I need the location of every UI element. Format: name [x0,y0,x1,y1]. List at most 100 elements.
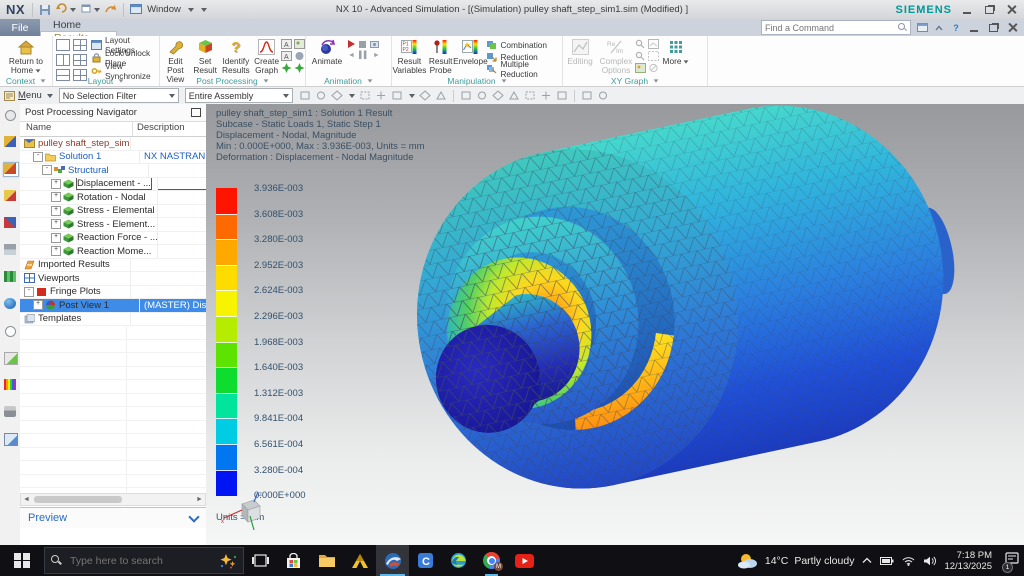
column-header-description[interactable]: Description [133,122,185,136]
undo-button[interactable] [56,3,77,16]
tray-expand-icon[interactable] [862,557,872,564]
select-dropdown-caret[interactable] [408,93,415,98]
post-processing-navigator-icon[interactable] [3,162,19,177]
orientation-triad-icon[interactable]: x z [220,490,272,532]
tree-row-reaction-force[interactable]: + Reaction Force - ... [20,231,206,245]
tree-row-fringe-plots[interactable]: - Fringe Plots [20,285,206,299]
layout-six-icon[interactable] [73,54,87,66]
group-label-animation[interactable]: Animation [306,75,391,86]
touch-icon[interactable] [105,4,117,16]
result-probe-button[interactable]: Result Probe [427,36,455,75]
more-button[interactable]: More [659,36,693,66]
expand-icon[interactable]: + [51,178,61,189]
restore-button[interactable] [982,4,996,16]
create-graph-button[interactable]: Create Graph [252,36,281,75]
first-frame-icon[interactable]: ◄ [348,52,355,59]
youtube-icon[interactable] [508,545,541,576]
a-app-icon[interactable] [343,545,376,576]
roles-icon[interactable] [3,405,19,420]
scrollbar-thumb[interactable] [34,496,122,503]
search-highlights-icon[interactable] [219,553,237,569]
c-app-icon[interactable]: C [409,545,442,576]
shaded-icon[interactable] [435,90,447,101]
window-menu[interactable]: Window [123,2,213,17]
scroll-right-icon[interactable]: ► [194,495,205,504]
constraint-navigator-icon[interactable] [3,189,19,204]
pause-icon[interactable]: ▌▌ [359,52,369,59]
weather-widget[interactable]: 14°C Partly cloudy [737,552,854,570]
tab-file[interactable]: File [0,19,40,36]
tree-row-post-view-1[interactable]: + Post View 1 (MASTER) Displacer [20,299,206,313]
rectangle-select-icon[interactable] [391,90,403,101]
scroll-left-icon[interactable]: ◄ [21,495,32,504]
expand-icon[interactable]: + [33,300,43,311]
navigator-hscrollbar[interactable]: ◄ ► [20,493,206,506]
orient-view-icon[interactable] [540,90,552,101]
battery-icon[interactable] [880,556,894,565]
tab-home[interactable]: Home [40,19,117,31]
tree-row-rotation-nodal[interactable]: + Rotation - Nodal [20,191,206,205]
simulation-navigator-icon[interactable] [3,216,19,231]
tree-row-pulley-shaft-step-sim1[interactable]: pulley shaft_step_sim1 [20,137,206,151]
start-button[interactable] [0,545,44,576]
snap-midpoint-icon[interactable] [331,90,343,101]
complex-options-button[interactable]: Re Im Complex Options [597,36,635,75]
minimize-ribbon-icon[interactable] [933,22,945,33]
result-variables-button[interactable]: P1 P2 Result Variables [392,36,427,75]
wifi-icon[interactable] [902,556,915,566]
minimize-button[interactable] [960,4,974,16]
nx-taskbar-icon[interactable] [376,545,409,576]
editing-button[interactable]: Editing [563,36,597,66]
file-explorer-icon[interactable] [310,545,343,576]
layout-single-icon[interactable] [56,39,70,51]
process-studio-icon[interactable] [3,351,19,366]
appearance-icon[interactable] [597,90,609,101]
part-library-icon[interactable] [3,270,19,285]
task-view-icon[interactable] [244,545,277,576]
group-label-layout[interactable]: Layout [53,75,159,86]
tree-row-structural[interactable]: - Structural [20,164,206,178]
window-list-icon[interactable] [916,22,928,33]
layout-two-vertical-icon[interactable] [56,54,70,66]
graphics-viewport[interactable]: pulley shaft_step_sim1 : Solution 1 Resu… [206,104,1024,545]
highlight-icon[interactable] [419,90,431,101]
group-label-xy-graph[interactable]: XY Graph [563,75,707,86]
clock-widget[interactable]: 7:18 PM 12/13/2025 [944,550,992,572]
menu-button[interactable]: Menu [4,90,53,101]
tree-row-reaction-mome[interactable]: + Reaction Mome... [20,245,206,259]
collapse-icon[interactable]: - [42,165,52,176]
preview-section-header[interactable]: Preview [20,507,206,528]
expand-icon[interactable]: + [51,205,61,216]
refresh-icon[interactable] [492,90,504,101]
snap-endpoint-icon[interactable] [315,90,327,101]
notification-center-icon[interactable]: 1 [1002,551,1020,573]
edge-icon[interactable] [442,545,475,576]
redo-button[interactable] [81,3,101,16]
identify-results-button[interactable]: ? Identify Results [220,36,253,75]
store-icon[interactable] [277,545,310,576]
xy-function-navigator-icon[interactable] [3,243,19,258]
tree-row-templates[interactable]: Templates [20,312,206,326]
doc-restore-button[interactable] [986,22,1000,34]
snap-dropdown-caret[interactable] [348,93,355,98]
capture-icon[interactable] [370,40,379,48]
speaker-icon[interactable] [923,556,937,566]
snap-point-icon[interactable] [299,90,311,101]
panel-pin-icon[interactable] [191,108,201,117]
selection-filter-dropdown[interactable]: No Selection Filter [58,88,179,103]
tree-row-solution-1[interactable]: - Solution 1 NX NASTRAN, Struc [20,150,206,164]
help-icon[interactable]: ? [950,22,962,33]
taskbar-search-box[interactable] [44,547,244,574]
snap-intersection-icon[interactable] [359,90,371,101]
multiple-reduction-button[interactable]: Multiple Reduction [486,59,562,79]
find-command-input[interactable] [762,22,898,33]
expand-icon[interactable]: + [51,232,61,243]
selection-scope-dropdown[interactable]: Entire Assembly [184,88,293,103]
stop-icon[interactable] [359,40,366,48]
play-icon[interactable] [348,40,355,48]
group-label-post-processing[interactable]: Post Processing [160,75,305,86]
doc-minimize-button[interactable] [967,22,981,34]
zoom-icon[interactable] [524,90,536,101]
expand-icon[interactable]: + [51,246,61,257]
last-frame-icon[interactable]: ► [373,52,380,59]
